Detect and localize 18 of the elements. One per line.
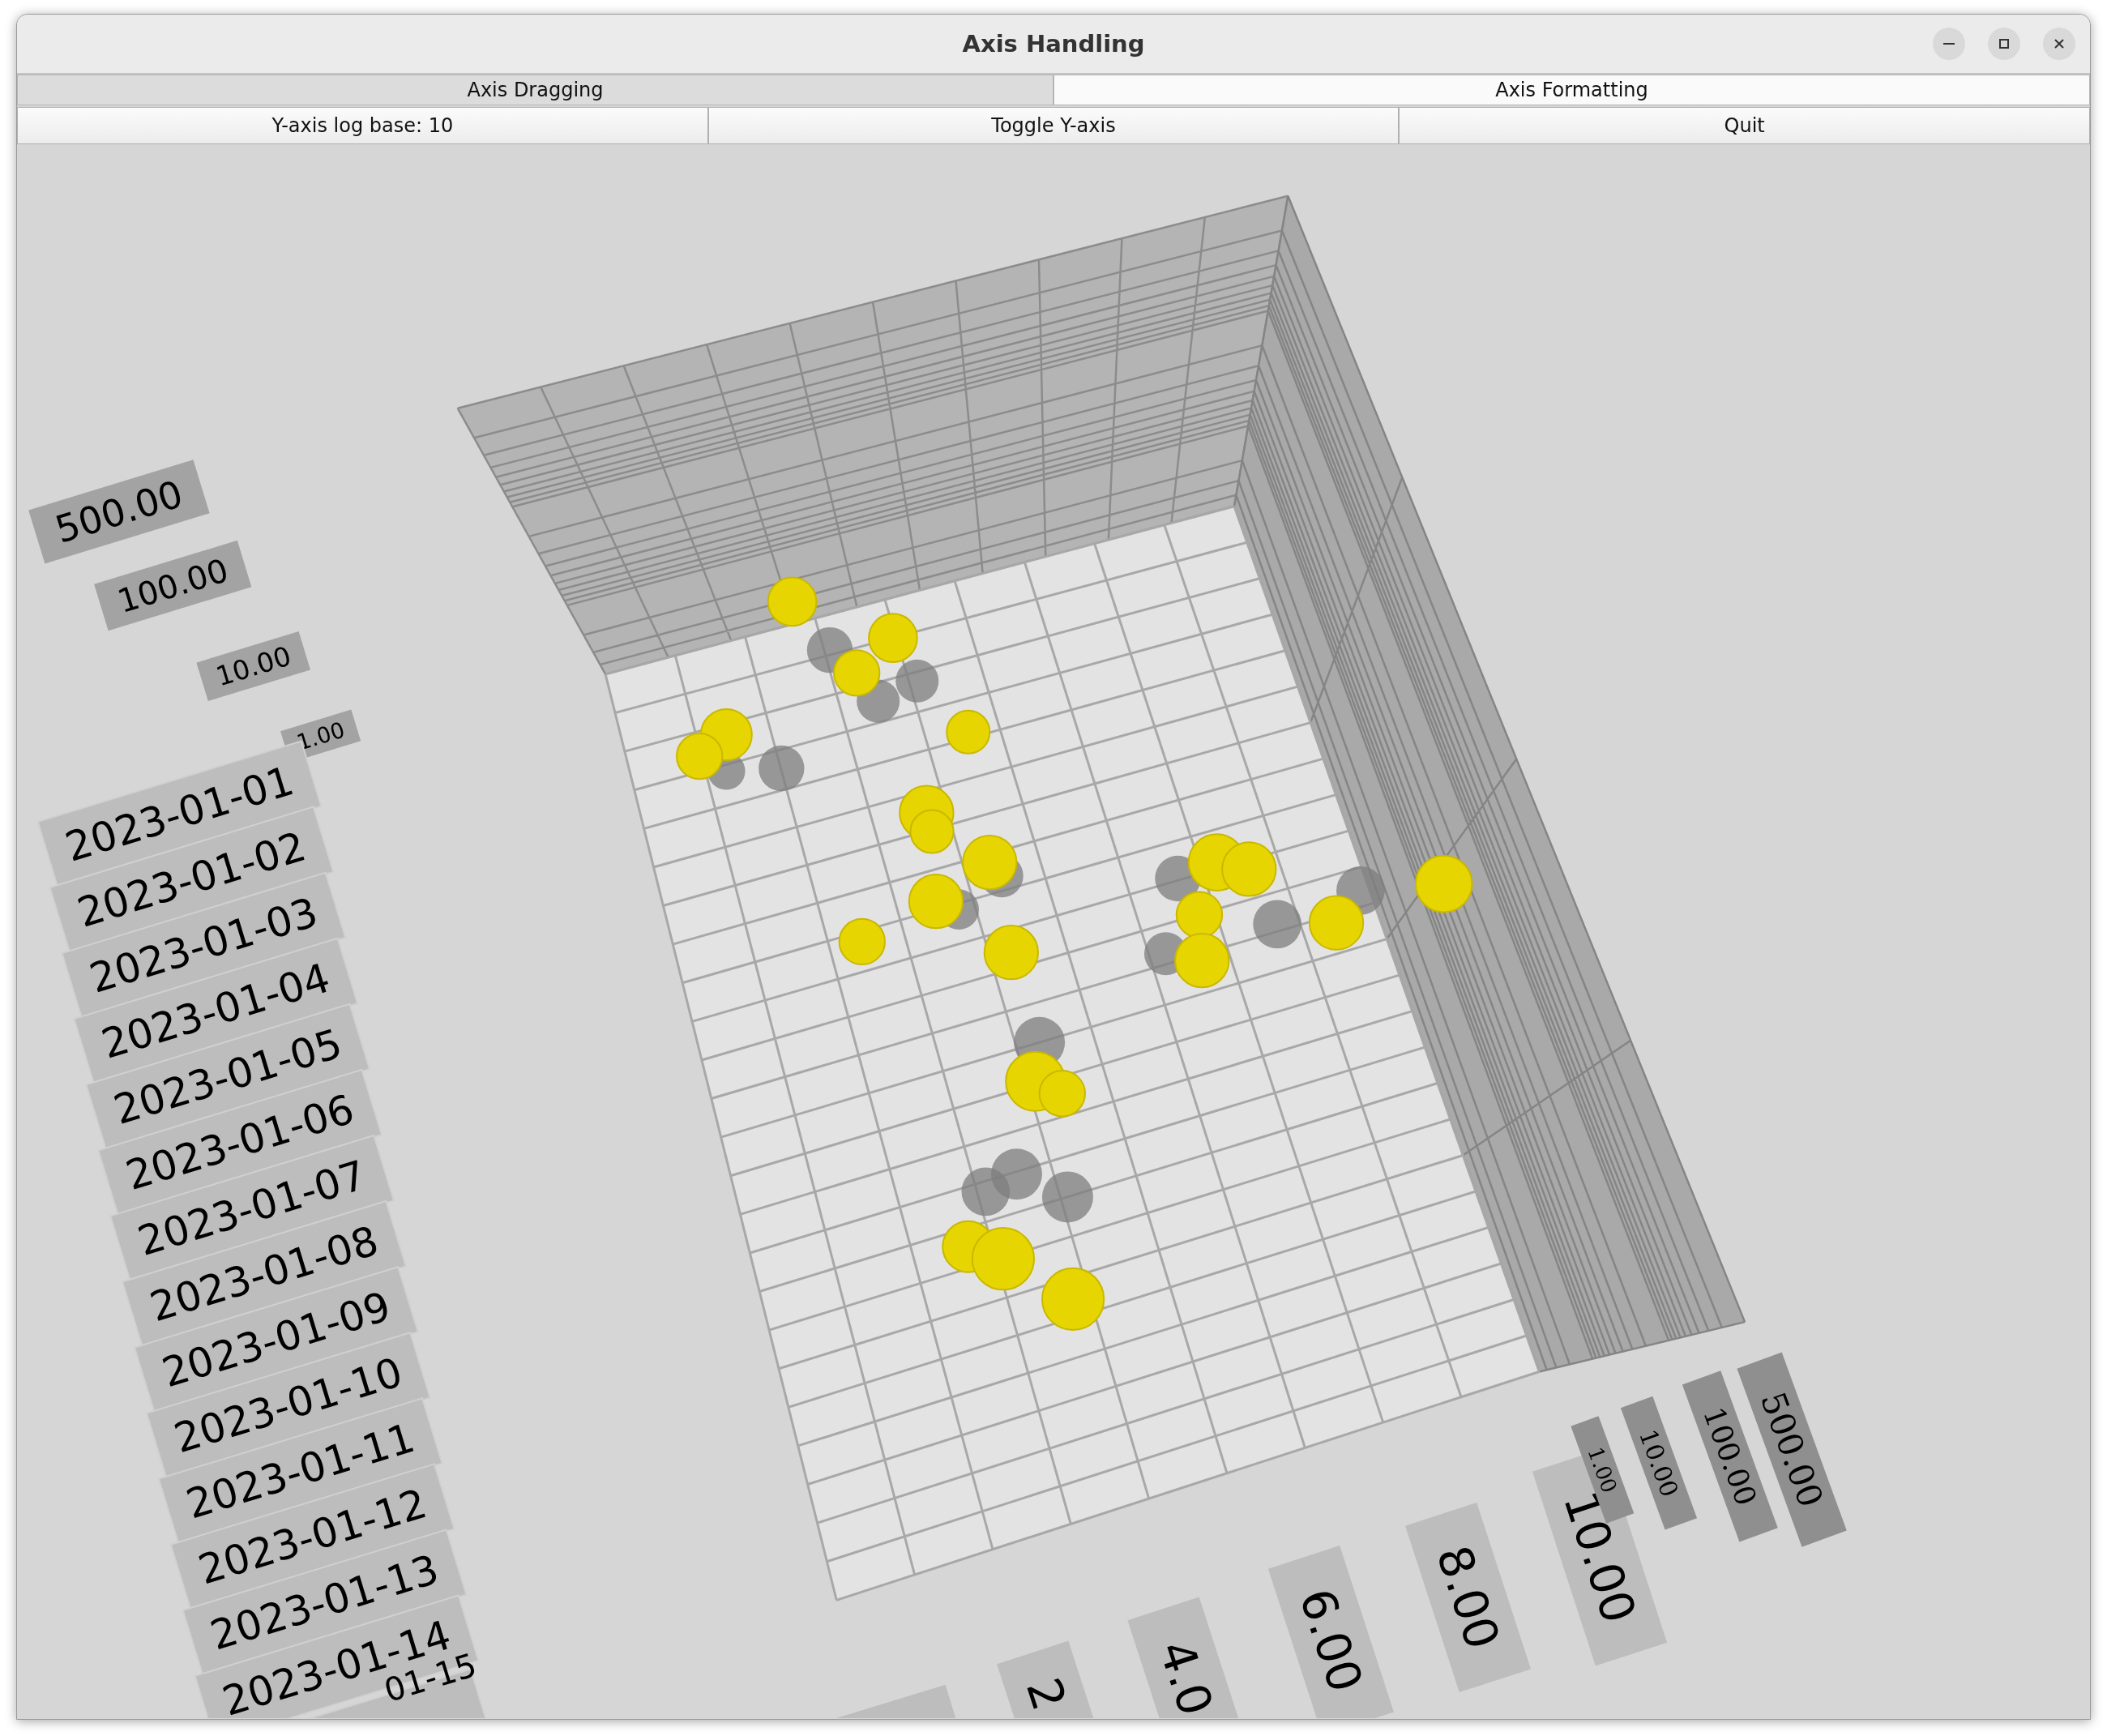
axis-tick-label: 8.00 (1405, 1502, 1532, 1693)
toolbar-button[interactable]: Y-axis log base: 10 (17, 107, 708, 144)
tab[interactable]: Axis Dragging (17, 75, 1054, 105)
axis-tick-label: 100.00 (94, 540, 252, 631)
maximize-icon (1998, 37, 2011, 50)
toolbar-button[interactable]: Quit (1399, 107, 2090, 144)
axis-tick-label: 10.00 (1620, 1396, 1698, 1530)
axis-tick-label: 500.00 (28, 460, 210, 564)
close-icon (2053, 37, 2066, 50)
axis-tick-label: 10.00 (196, 631, 311, 701)
axis-tick-label: 2 (997, 1640, 1096, 1718)
window-title: Axis Handling (962, 30, 1145, 58)
toolbar-button[interactable]: Toggle Y-axis (707, 107, 1400, 144)
axis-tick-label: 6.00 (1267, 1546, 1394, 1718)
minimize-icon (1943, 43, 1955, 45)
close-button[interactable] (2043, 28, 2075, 60)
tab[interactable]: Axis Formatting (1054, 75, 2090, 105)
maximize-button[interactable] (1988, 28, 2020, 60)
